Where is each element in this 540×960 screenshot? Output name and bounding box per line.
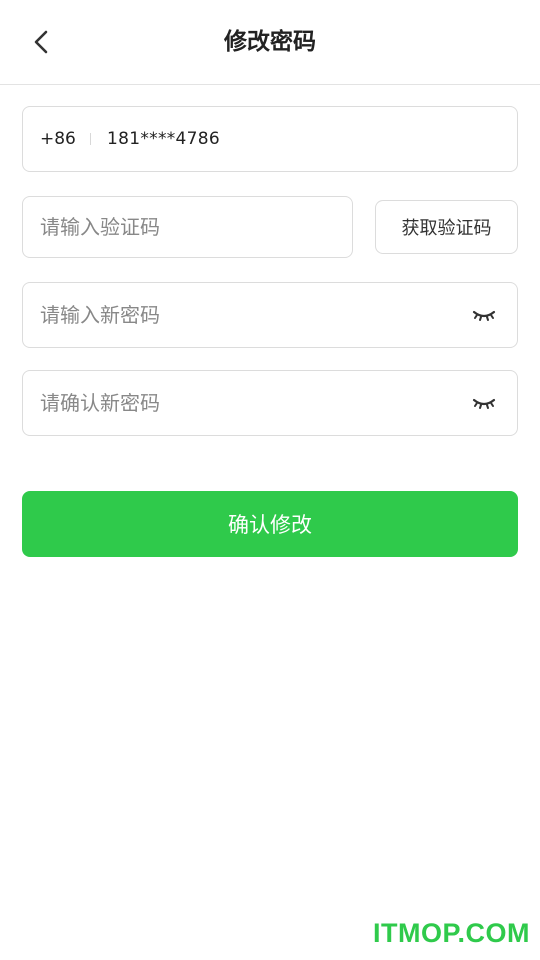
- phone-field[interactable]: +86 181****4786: [22, 106, 518, 172]
- watermark: ITMOP.COM: [372, 918, 530, 948]
- verification-code-field[interactable]: [22, 196, 353, 258]
- divider: [90, 133, 91, 145]
- eye-closed-icon[interactable]: [471, 393, 497, 413]
- eye-closed-icon[interactable]: [471, 305, 497, 325]
- page-title: 修改密码: [224, 29, 316, 55]
- confirm-password-field[interactable]: [22, 370, 518, 436]
- country-code[interactable]: +86: [40, 107, 76, 171]
- confirm-password-input[interactable]: [40, 371, 440, 435]
- verification-code-input[interactable]: [40, 197, 330, 257]
- get-code-button[interactable]: 获取验证码: [375, 200, 518, 254]
- change-password-page: 修改密码 +86 181****4786 获取验证码: [0, 0, 540, 960]
- new-password-input[interactable]: [40, 283, 440, 347]
- new-password-field[interactable]: [22, 282, 518, 348]
- confirm-change-button[interactable]: 确认修改: [22, 491, 518, 557]
- nav-bar: 修改密码: [0, 0, 540, 85]
- phone-number: 181****4786: [107, 129, 221, 149]
